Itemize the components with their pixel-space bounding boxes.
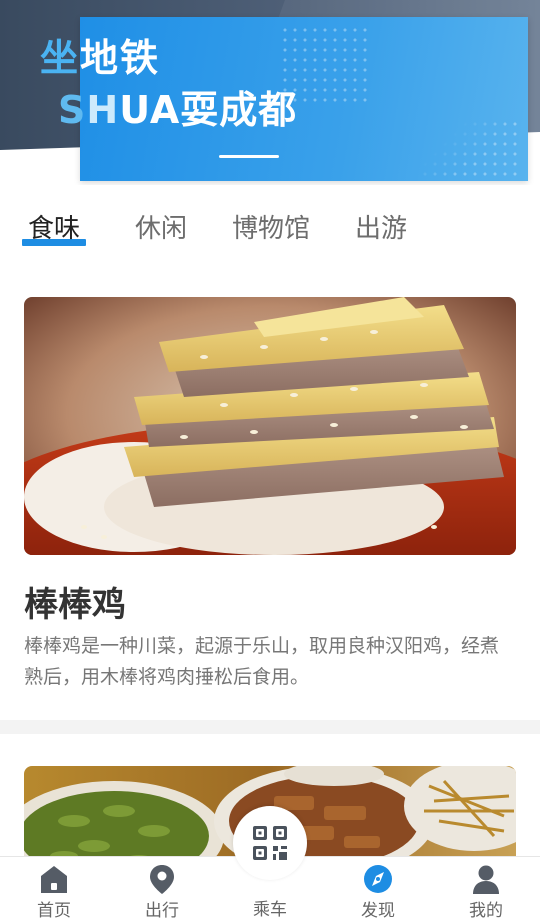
nav-ride-button[interactable]: [233, 806, 307, 880]
nav-home[interactable]: 首页: [14, 857, 94, 924]
card-description: 棒棒鸡是一种川菜，起源于乐山，取用良种汉阳鸡，经煮熟后，用木棒将鸡肉捶松后食用。: [24, 635, 500, 688]
location-pin-icon: [150, 865, 174, 894]
nav-ride-label: 乘车: [253, 900, 287, 920]
tab-food[interactable]: 食味: [28, 209, 80, 249]
nav-travel-label: 出行: [145, 901, 179, 921]
nav-profile[interactable]: 我的: [446, 857, 526, 924]
banner-divider: [219, 155, 279, 158]
nav-travel[interactable]: 出行: [122, 857, 202, 924]
nav-discover-label: 发现: [361, 901, 395, 921]
dot-pattern: [420, 119, 520, 177]
header-banner: 坐地铁 SHUA耍成都: [0, 0, 540, 185]
banner-subtitle: SHUA耍成都: [58, 88, 298, 132]
nav-discover[interactable]: 发现: [338, 857, 418, 924]
user-icon: [473, 865, 499, 894]
tab-leisure[interactable]: 休闲: [135, 209, 187, 249]
tab-museum[interactable]: 博物馆: [232, 209, 310, 249]
nav-profile-label: 我的: [469, 901, 503, 921]
bangbang-chicken-photo[interactable]: [24, 297, 516, 555]
banner-title: 坐地铁: [40, 36, 161, 80]
compass-icon: [364, 865, 392, 893]
nav-home-label: 首页: [37, 901, 71, 921]
section-divider: [0, 720, 540, 734]
category-tabs: 食味 休闲 博物馆 出游: [0, 205, 540, 255]
qr-code-icon: [253, 826, 287, 860]
home-icon: [41, 866, 67, 893]
card-title[interactable]: 棒棒鸡: [24, 583, 126, 627]
tab-travel[interactable]: 出游: [355, 209, 407, 249]
